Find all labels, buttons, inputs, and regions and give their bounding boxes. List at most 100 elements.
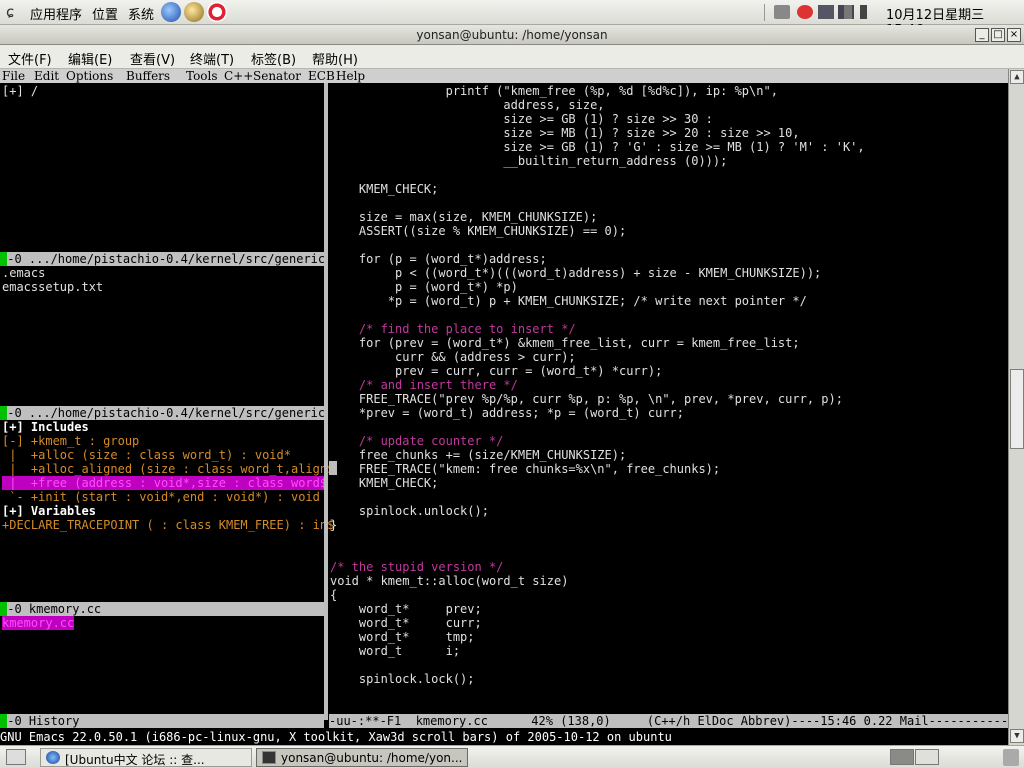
code-line: /* find the place to insert */ bbox=[330, 322, 576, 336]
update-notifier-icon[interactable] bbox=[797, 5, 813, 19]
ecb-method-item[interactable]: [-] +kmem_t : group bbox=[2, 434, 139, 448]
ecb-method-item[interactable]: | +free (address : void*,size : class wo… bbox=[2, 476, 328, 490]
window-titlebar[interactable]: yonsan@ubuntu: /home/yonsan _ □ × bbox=[0, 25, 1024, 45]
code-line: curr && (address > curr); bbox=[330, 350, 576, 364]
mail-launcher-icon[interactable] bbox=[184, 2, 204, 22]
ecb-method-item[interactable]: `- +init (start : void*,end : void*) : v… bbox=[2, 490, 320, 504]
trash-icon[interactable] bbox=[1003, 749, 1019, 766]
task-firefox[interactable]: [Ubuntu中文 论坛 :: 查... bbox=[40, 748, 252, 767]
task-label: yonsan@ubuntu: /home/yon... bbox=[281, 751, 463, 765]
emacs-menu-senator[interactable]: Senator bbox=[253, 69, 301, 83]
terminal-menu-edit[interactable]: 编辑(E) bbox=[68, 49, 112, 68]
code-line: word_t* prev; bbox=[330, 602, 482, 616]
ecb-method-item[interactable]: +DECLARE_TRACEPOINT ( : class KMEM_FREE)… bbox=[2, 518, 334, 532]
emacs-menubar: File Edit Options Buffers Tools C++ Sena… bbox=[0, 69, 1008, 83]
terminal-menu-help[interactable]: 帮助(H) bbox=[312, 49, 358, 68]
code-line: __builtin_return_address (0))); bbox=[330, 154, 728, 168]
scroll-down-arrow-icon[interactable]: ▼ bbox=[1010, 729, 1024, 743]
bottom-taskbar: [Ubuntu中文 论坛 :: 查... yonsan@ubuntu: /hom… bbox=[0, 745, 1024, 768]
ecb-methods-modeline-text: -0 kmemory.cc bbox=[7, 602, 102, 616]
code-line: /* update counter */ bbox=[330, 434, 504, 448]
ecb-methods-modeline: .-0 kmemory.cc bbox=[0, 602, 324, 616]
code-line: prev = curr, curr = (word_t*) *curr); bbox=[330, 364, 663, 378]
power-icon[interactable] bbox=[844, 5, 852, 19]
ecb-directories-modeline: .-0 .../home/pistachio-0.4/kernel/src/ge… bbox=[0, 252, 324, 266]
workspace-switcher[interactable] bbox=[890, 749, 914, 765]
code-line: p = (word_t*) *p) bbox=[330, 280, 518, 294]
task-terminal[interactable]: yonsan@ubuntu: /home/yon... bbox=[256, 748, 468, 767]
ecb-method-item[interactable]: | +alloc_aligned (size : class word_t,al… bbox=[2, 462, 334, 476]
network-icon[interactable] bbox=[818, 5, 834, 19]
emacs-menu-help[interactable]: Help bbox=[336, 69, 365, 83]
code-line: spinlock.lock(); bbox=[330, 672, 475, 686]
code-line: size = max(size, KMEM_CHUNKSIZE); bbox=[330, 210, 598, 224]
close-button[interactable]: × bbox=[1007, 28, 1021, 42]
ecb-history-item[interactable]: kmemory.cc bbox=[2, 616, 75, 630]
menu-places[interactable]: 位置 bbox=[92, 4, 118, 23]
ecb-method-item[interactable]: [+] Variables bbox=[2, 504, 96, 518]
top-panel: ɕ 应用程序 位置 系统 10月12日星期三 15:46 bbox=[0, 0, 1024, 38]
ecb-directory-root[interactable]: [+] / bbox=[2, 84, 38, 98]
emacs-menu-options[interactable]: Options bbox=[66, 69, 113, 83]
show-desktop-icon[interactable] bbox=[6, 749, 26, 765]
emacs-menu-edit[interactable]: Edit bbox=[34, 69, 59, 83]
menu-applications[interactable]: 应用程序 bbox=[30, 4, 82, 23]
ecb-history-modeline: .-0 History bbox=[0, 714, 324, 728]
code-line: free_chunks += (size/KMEM_CHUNKSIZE); bbox=[330, 448, 627, 462]
window-title: yonsan@ubuntu: /home/yonsan bbox=[416, 28, 608, 42]
emacs-menu-ecb[interactable]: ECB bbox=[308, 69, 335, 83]
scroll-up-arrow-icon[interactable]: ▲ bbox=[1010, 70, 1024, 84]
code-line: FREE_TRACE("prev %p/%p, curr %p, p: %p, … bbox=[330, 392, 843, 406]
printer-icon[interactable] bbox=[774, 5, 790, 19]
task-label: [Ubuntu中文 论坛 :: 查... bbox=[65, 753, 205, 767]
code-line: /* the stupid version */ bbox=[330, 560, 504, 574]
code-line: KMEM_CHECK; bbox=[330, 182, 439, 196]
code-line: word_t* tmp; bbox=[330, 630, 475, 644]
minimize-button[interactable]: _ bbox=[975, 28, 989, 42]
ecb-method-item[interactable]: | +alloc (size : class word_t) : void* bbox=[2, 448, 291, 462]
scrollbar-thumb[interactable] bbox=[1010, 369, 1024, 449]
ecb-sources-modeline: .-0 .../home/pistachio-0.4/kernel/src/ge… bbox=[0, 406, 324, 420]
ecb-source-item[interactable]: .emacs bbox=[2, 266, 45, 280]
terminal-menu-tabs[interactable]: 标签(B) bbox=[251, 49, 296, 68]
browser-launcher-icon[interactable] bbox=[161, 2, 181, 22]
code-line: ASSERT((size % KMEM_CHUNKSIZE) == 0); bbox=[330, 224, 627, 238]
code-line: size >= MB (1) ? size >> 20 : size >> 10… bbox=[330, 126, 800, 140]
help-launcher-icon[interactable] bbox=[207, 2, 227, 22]
workspace-switcher[interactable] bbox=[915, 749, 939, 765]
emacs-frame[interactable]: File Edit Options Buffers Tools C++ Sena… bbox=[0, 69, 1008, 745]
ecb-directories-modeline-text: -0 .../home/pistachio-0.4/kernel/src/gen… bbox=[7, 252, 324, 266]
code-line: printf ("kmem_free (%p, %d [%d%c]), ip: … bbox=[330, 84, 778, 98]
ecb-method-item[interactable]: [+] Includes bbox=[2, 420, 89, 434]
code-line: word_t i; bbox=[330, 644, 461, 658]
terminal-icon bbox=[262, 751, 276, 764]
code-line: size >= GB (1) ? 'G' : size >= MB (1) ? … bbox=[330, 140, 865, 154]
emacs-menu-tools[interactable]: Tools bbox=[186, 69, 218, 83]
menu-system[interactable]: 系统 bbox=[128, 4, 154, 23]
window-divider[interactable] bbox=[324, 83, 328, 720]
code-modeline: -uu-:**-F1 kmemory.cc 42% (138,0) (C++/h… bbox=[329, 714, 1008, 728]
terminal-scrollbar[interactable]: ▲ ▼ bbox=[1008, 69, 1024, 745]
code-line: address, size, bbox=[330, 98, 605, 112]
ecb-source-item[interactable]: emacssetup.txt bbox=[2, 280, 103, 294]
ubuntu-logo-icon[interactable]: ɕ bbox=[6, 3, 14, 21]
panel-separator bbox=[764, 4, 765, 21]
terminal-menu-terminal[interactable]: 终端(T) bbox=[190, 49, 234, 68]
minibuffer[interactable]: GNU Emacs 22.0.50.1 (i686-pc-linux-gnu, … bbox=[0, 729, 1008, 745]
terminal-menu-file[interactable]: 文件(F) bbox=[8, 49, 52, 68]
ecb-sources-modeline-text: -0 .../home/pistachio-0.4/kernel/src/gen… bbox=[7, 406, 324, 420]
volume-icon[interactable] bbox=[860, 5, 874, 19]
code-line: word_t* curr; bbox=[330, 616, 482, 630]
code-line: /* and insert there */ bbox=[330, 378, 518, 392]
terminal-menu-view[interactable]: 查看(V) bbox=[130, 49, 175, 68]
emacs-menu-cpp[interactable]: C++ bbox=[224, 69, 253, 83]
code-line: FREE_TRACE("kmem: free chunks=%x\n", fre… bbox=[330, 462, 721, 476]
code-line: size >= GB (1) ? size >> 30 : bbox=[330, 112, 713, 126]
emacs-menu-file[interactable]: File bbox=[2, 69, 25, 83]
code-line: *p = (word_t) p + KMEM_CHUNKSIZE; /* wri… bbox=[330, 294, 807, 308]
emacs-menu-buffers[interactable]: Buffers bbox=[126, 69, 170, 83]
maximize-button[interactable]: □ bbox=[991, 28, 1005, 42]
code-line: for (prev = (word_t*) &kmem_free_list, c… bbox=[330, 336, 800, 350]
code-line: } bbox=[330, 518, 338, 532]
code-line: *prev = (word_t) address; *p = (word_t) … bbox=[330, 406, 685, 420]
